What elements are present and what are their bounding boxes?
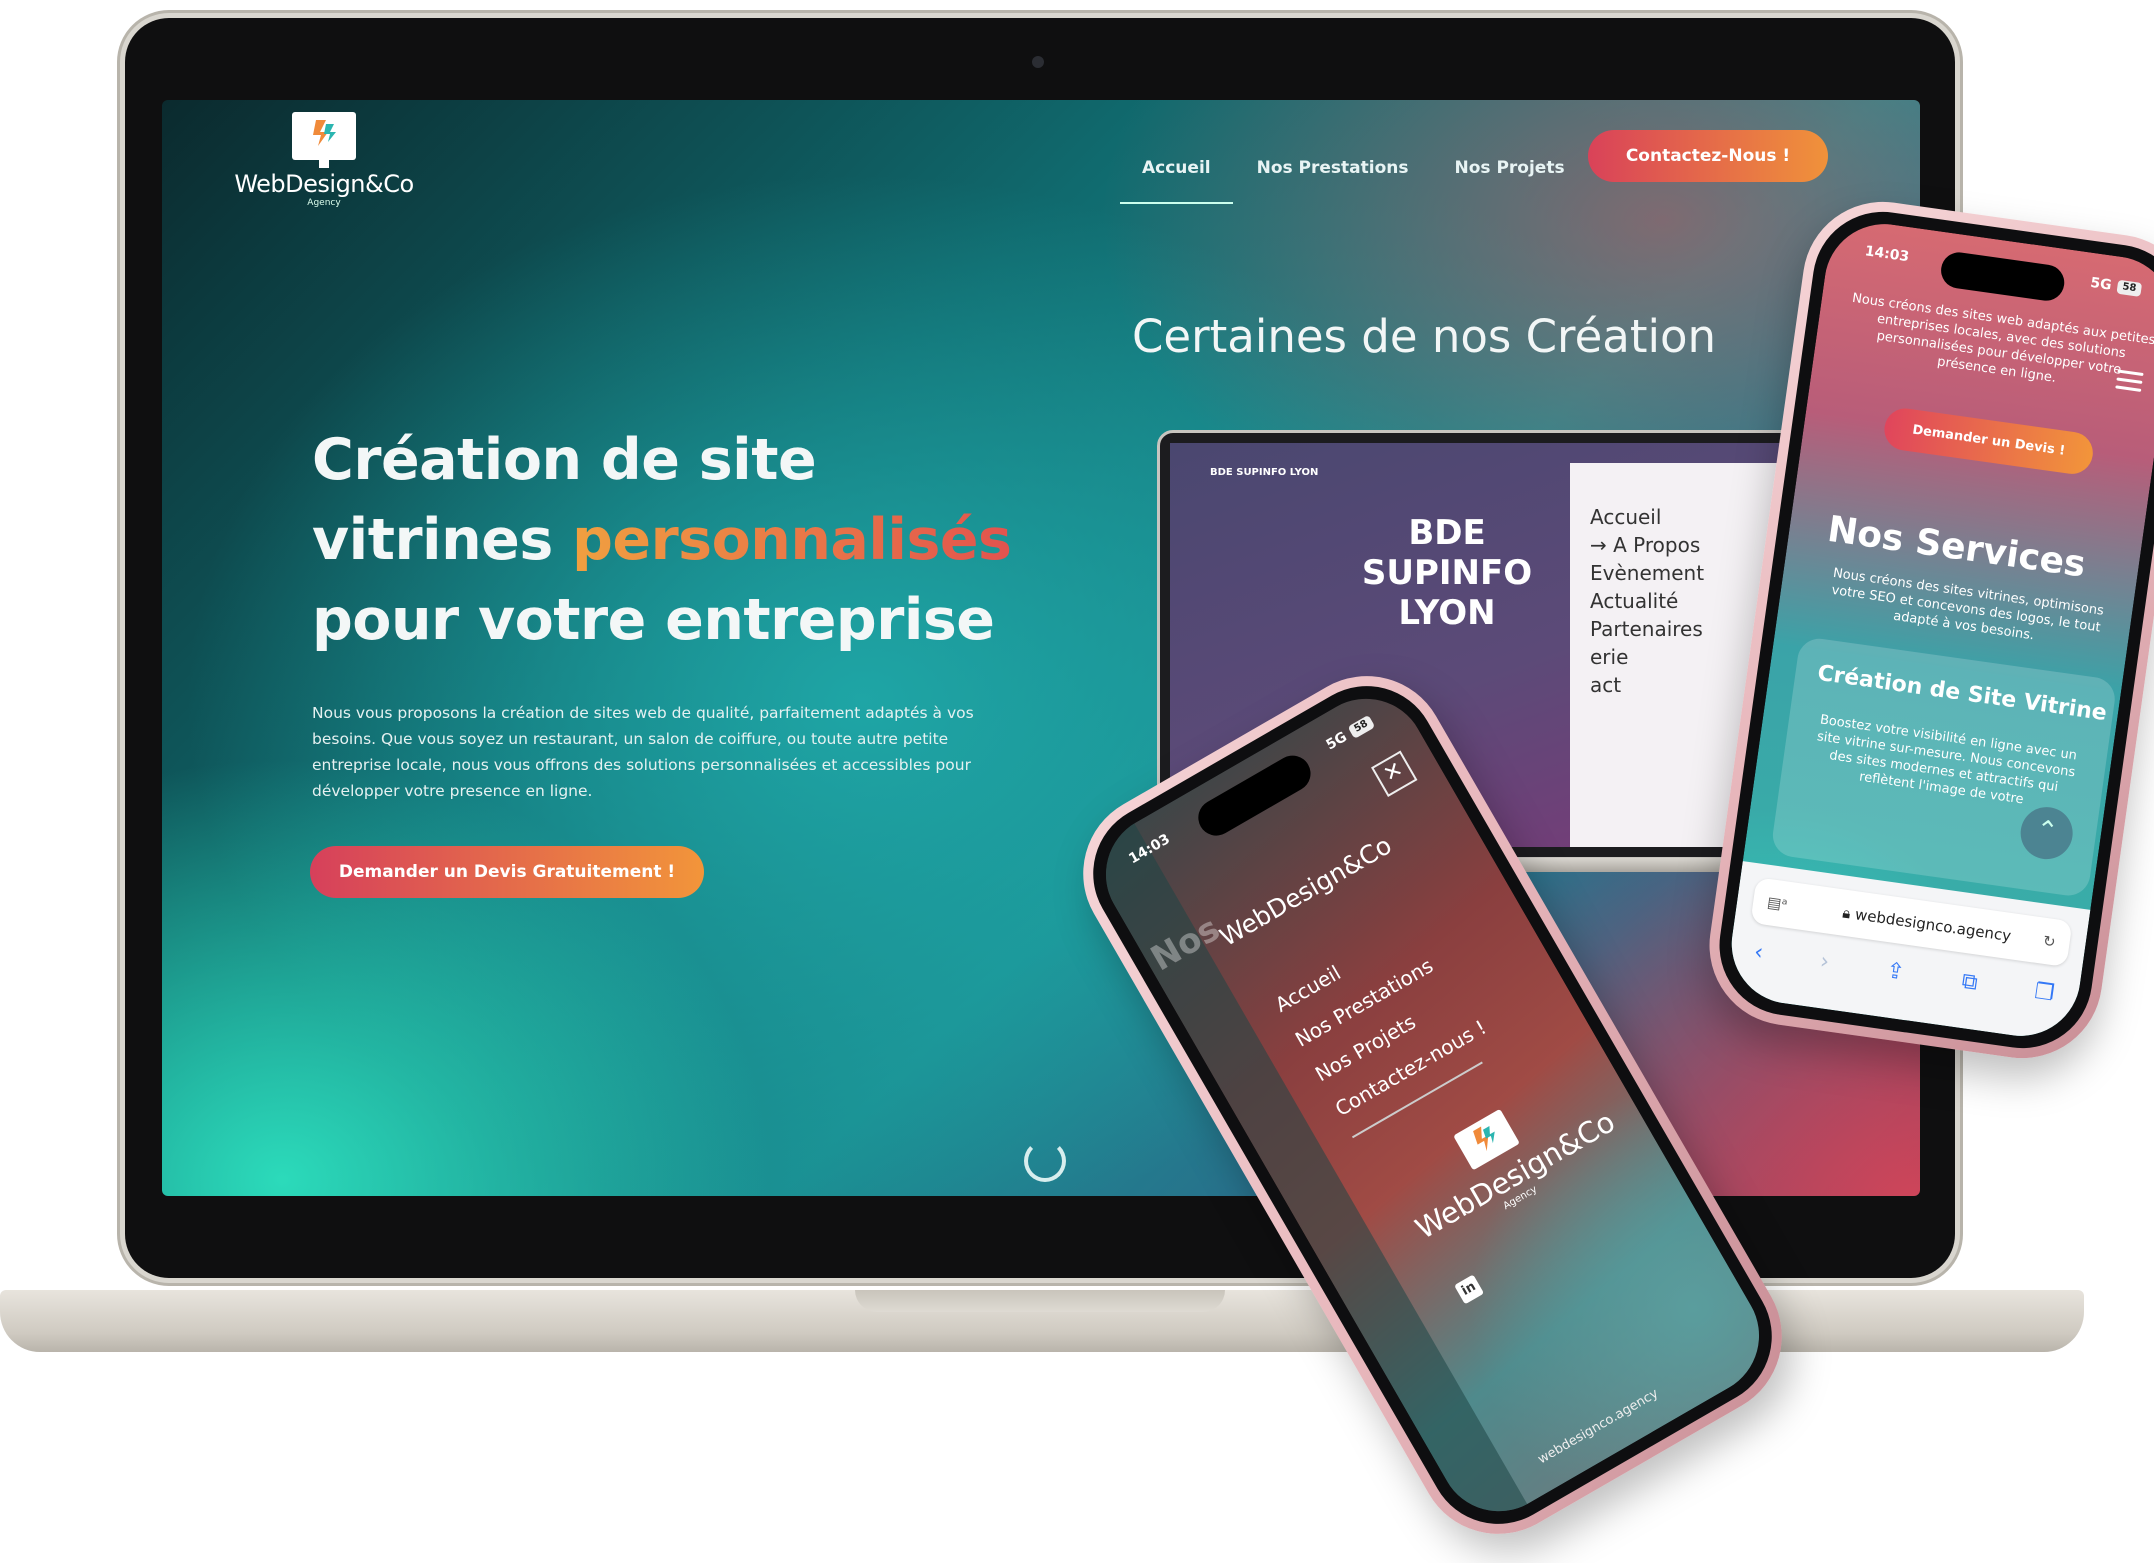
bookmarks-icon[interactable]: ⧉ <box>1960 969 1979 996</box>
mockup-brand: BDE SUPINFO LYON <box>1210 467 1319 478</box>
mockup-menu-item: → A Propos <box>1590 533 1701 557</box>
tabs-icon[interactable]: ❐ <box>2033 979 2056 1007</box>
monitor-logo-icon <box>292 112 356 160</box>
forward-icon[interactable]: › <box>1819 949 1831 975</box>
hero-description: Nous vous proposons la création de sites… <box>312 704 974 800</box>
share-icon[interactable]: ⇪ <box>1885 958 1907 985</box>
logo-text: WebDesign&Co <box>234 170 414 198</box>
reload-icon[interactable]: ↻ <box>2040 918 2059 965</box>
hero-title: Création de site vitrines personnalisés … <box>312 420 1112 660</box>
nav-accueil[interactable]: Accueil <box>1120 150 1233 204</box>
battery-icon: 58 <box>1347 714 1376 739</box>
status-time: 14:03 <box>1863 243 1911 266</box>
hero-line-1: Création de site <box>312 427 817 493</box>
status-indicators: 5G 58 <box>1323 714 1376 754</box>
hero-line-2: vitrines personnalisés <box>312 500 1112 580</box>
url-text: webdesignco.agency <box>1535 1386 1662 1468</box>
mockup-menu-item: Evènement <box>1590 561 1705 585</box>
contact-button[interactable]: Contactez-Nous ! <box>1588 130 1828 182</box>
camera-icon <box>1032 56 1044 68</box>
service-card[interactable]: Création de Site Vitrine Boostez votre v… <box>1770 635 2118 899</box>
laptop-notch <box>855 1290 1225 1312</box>
hamburger-menu-icon[interactable] <box>2115 369 2144 396</box>
network-label: 5G <box>1323 728 1350 754</box>
mockup-title: BDE SUPINFO LYON <box>1361 513 1533 633</box>
hero-accent-word: personnalisés <box>572 507 1012 573</box>
logo-stand <box>319 160 329 168</box>
close-icon[interactable]: ✕ <box>1371 750 1418 797</box>
network-label: 5G <box>2089 274 2113 294</box>
intro-text: Nous créons des sites web adaptés aux pe… <box>1851 290 2154 386</box>
quote-button[interactable]: Demander un Devis Gratuitement ! <box>310 846 704 898</box>
mockup-menu-item: Accueil <box>1590 505 1662 529</box>
scroll-down-icon[interactable] <box>1024 1140 1066 1182</box>
nav-prestations[interactable]: Nos Prestations <box>1257 150 1409 186</box>
creations-heading: Certaines de nos Création <box>1132 310 1717 363</box>
url-text: webdesignco.agency <box>1853 905 2013 946</box>
site-logo[interactable]: WebDesign&Co Agency <box>234 112 414 208</box>
laptop-screen: WebDesign&Co Agency Accueil Nos Prestati… <box>162 100 1920 1196</box>
hero-line-2-text: vitrines <box>312 507 573 573</box>
status-indicators: 5G 58 <box>2089 274 2143 298</box>
nav-projets[interactable]: Nos Projets <box>1455 150 1565 186</box>
back-icon[interactable]: ‹ <box>1753 940 1765 966</box>
linkedin-icon[interactable]: in <box>1454 1274 1485 1305</box>
battery-icon: 58 <box>2116 279 2143 297</box>
quote-button[interactable]: Demander un Devis ! <box>1881 405 2096 477</box>
mobile-menu: Accueil Nos Prestations Nos Projets Cont… <box>1267 904 1494 1128</box>
logo-subtitle: Agency <box>307 198 341 208</box>
reader-icon[interactable]: ▤ᵃ <box>1764 879 1790 927</box>
hero-line-3: pour votre entreprise <box>312 587 995 653</box>
service-card-text: Boostez votre visibilité en ligne avec u… <box>1816 712 2078 808</box>
main-nav: Accueil Nos Prestations Nos Projets <box>1120 150 1565 204</box>
